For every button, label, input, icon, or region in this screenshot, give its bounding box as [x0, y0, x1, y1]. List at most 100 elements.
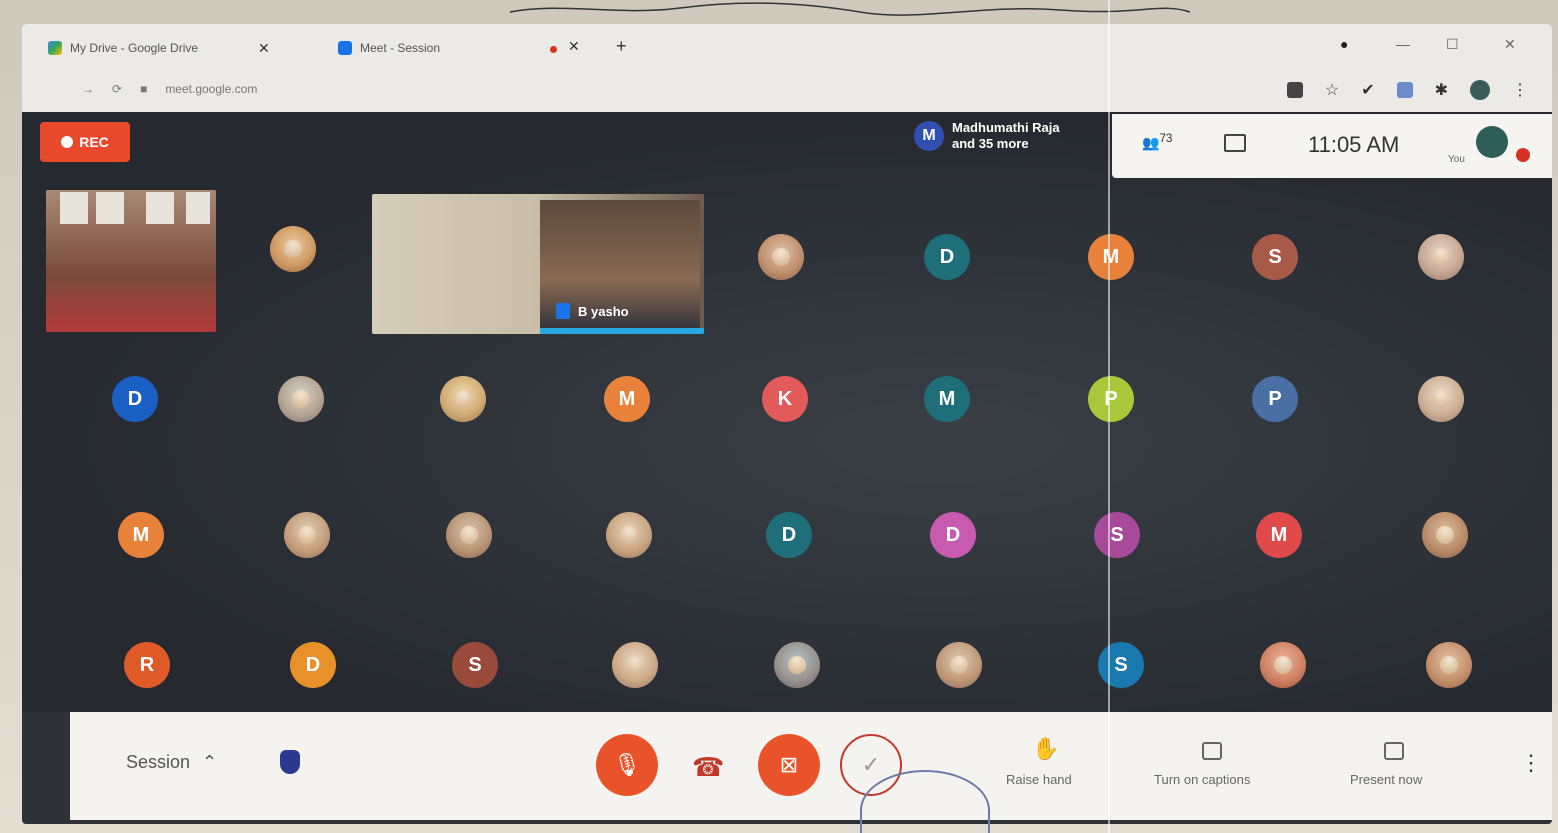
mic-toggle-button[interactable]: 🎙	[596, 734, 658, 796]
avatar[interactable]	[1470, 80, 1490, 100]
participant-avatar[interactable]	[1418, 234, 1464, 280]
shield-icon	[556, 303, 570, 319]
url-text: meet.google.com	[165, 82, 258, 96]
people-icon[interactable]: 👥73	[1142, 132, 1172, 152]
session-label: Session	[126, 752, 191, 772]
participant-avatar[interactable]: S	[1252, 234, 1298, 280]
mic-off-icon	[1516, 148, 1530, 162]
participant-avatar[interactable]	[284, 512, 330, 558]
video-name-bar: B yasho	[540, 298, 704, 324]
participant-avatar[interactable]: D	[766, 512, 812, 558]
tab-drive-title: My Drive - Google Drive	[70, 41, 199, 55]
people-count: 73	[1159, 132, 1173, 145]
tab-meet-title: Meet - Session	[360, 41, 441, 55]
present-icon[interactable]	[1384, 742, 1404, 760]
participant-avatar[interactable]	[606, 512, 652, 558]
speaker-avatar: M	[914, 121, 944, 151]
lock-icon[interactable]	[280, 750, 300, 774]
participant-avatar[interactable]: P	[1088, 376, 1134, 422]
participant-avatar[interactable]	[1260, 642, 1306, 688]
close-icon[interactable]: ✕	[258, 40, 270, 57]
session-details[interactable]: Session ⌃	[126, 752, 217, 773]
close-window-icon[interactable]: ✕	[1504, 36, 1516, 53]
participant-avatar[interactable]: D	[924, 234, 970, 280]
participant-avatar[interactable]: M	[1088, 234, 1134, 280]
meet-icon	[338, 41, 352, 55]
active-speaker: M Madhumathi Raja and 35 more	[914, 120, 1060, 152]
raise-hand-label[interactable]: Raise hand	[1006, 772, 1072, 787]
camera-off-icon: ⊠	[779, 752, 799, 777]
monitor-screen: My Drive - Google Drive ✕ Meet - Session…	[22, 24, 1552, 824]
participant-avatar[interactable]	[936, 642, 982, 688]
captions-icon[interactable]	[1202, 742, 1222, 760]
video-name: B yasho	[578, 303, 629, 319]
check-icon[interactable]: ✔	[1361, 80, 1374, 100]
participant-avatar[interactable]	[270, 226, 316, 272]
puzzle-icon[interactable]: ✱	[1435, 80, 1448, 100]
chevron-up-icon: ⌃	[202, 752, 218, 772]
speaker-name: Madhumathi Raja	[952, 120, 1060, 135]
mic-off-icon: 🎙	[613, 752, 641, 777]
participant-avatar[interactable]	[278, 376, 324, 422]
recording-dot-icon	[550, 46, 557, 53]
captions-label[interactable]: Turn on captions	[1154, 772, 1250, 787]
address-bar[interactable]: → ⟳ ■ meet.google.com	[82, 76, 982, 102]
reload-icon[interactable]: ⟳	[112, 82, 122, 96]
more-options-icon[interactable]: ⋮	[1520, 750, 1542, 776]
extensions-bar: ☆ ✔ ✱ ⋮	[1286, 80, 1528, 100]
participant-avatar[interactable]: M	[604, 376, 650, 422]
participant-avatar[interactable]: K	[762, 376, 808, 422]
camera-toggle-button[interactable]: ⊠	[758, 734, 820, 796]
check-icon: ✓	[861, 752, 881, 777]
menu-icon[interactable]: ⋮	[1512, 80, 1528, 100]
save-icon[interactable]	[1396, 82, 1413, 98]
participant-avatar[interactable]	[1422, 512, 1468, 558]
recording-badge: REC	[40, 122, 130, 162]
handwritten-scribble	[509, 2, 1191, 16]
speaker-more: and 35 more	[952, 136, 1029, 151]
present-label[interactable]: Present now	[1350, 772, 1422, 787]
participant-avatar[interactable]: D	[112, 376, 158, 422]
back-icon[interactable]: →	[82, 82, 94, 96]
participant-avatar[interactable]: S	[1094, 512, 1140, 558]
chat-icon[interactable]	[1224, 134, 1246, 152]
participant-avatar[interactable]	[774, 642, 820, 688]
participant-avatar[interactable]: S	[452, 642, 498, 688]
hand-icon[interactable]: ✋	[1032, 736, 1059, 762]
participant-avatar[interactable]: R	[124, 642, 170, 688]
participant-avatar[interactable]: M	[924, 376, 970, 422]
hangup-button[interactable]: ☎	[692, 752, 724, 783]
record-icon	[61, 136, 74, 148]
tab-drive[interactable]: My Drive - Google Drive ✕	[48, 34, 270, 62]
video-tile[interactable]	[46, 190, 216, 332]
drive-icon	[48, 41, 62, 55]
participant-avatar[interactable]	[1426, 642, 1472, 688]
participant-avatar[interactable]: M	[1256, 512, 1302, 558]
meeting-stage: REC M Madhumathi Raja and 35 more B yash…	[22, 112, 1552, 712]
browser-chrome: My Drive - Google Drive ✕ Meet - Session…	[22, 24, 1552, 112]
video-tile-speaker[interactable]: B yasho	[372, 194, 704, 334]
participant-avatar[interactable]	[1418, 376, 1464, 422]
participant-avatar[interactable]: S	[1098, 642, 1144, 688]
camera-icon[interactable]	[1286, 82, 1303, 98]
participant-avatar[interactable]: P	[1252, 376, 1298, 422]
participant-avatar[interactable]	[440, 376, 486, 422]
new-tab-button[interactable]: +	[616, 36, 627, 57]
clock-time: 11:05 AM	[1308, 132, 1400, 157]
tab-meet[interactable]: Meet - Session	[338, 34, 440, 62]
close-icon[interactable]: ✕	[568, 38, 580, 55]
participant-avatar[interactable]	[446, 512, 492, 558]
lock-icon: ■	[140, 82, 148, 96]
minimize-icon[interactable]: —	[1396, 36, 1410, 52]
profile-icon[interactable]: ●	[1340, 36, 1348, 52]
avatar[interactable]	[1476, 126, 1508, 158]
participant-avatar[interactable]: M	[118, 512, 164, 558]
star-icon[interactable]: ☆	[1325, 80, 1339, 100]
participant-avatar[interactable]: D	[290, 642, 336, 688]
meeting-info-panel: 👥73 11:05 AM You	[1112, 114, 1552, 178]
you-label: You	[1448, 154, 1465, 165]
participant-avatar[interactable]: D	[930, 512, 976, 558]
participant-avatar[interactable]	[612, 642, 658, 688]
participant-avatar[interactable]	[758, 234, 804, 280]
maximize-icon[interactable]: ☐	[1446, 36, 1459, 53]
